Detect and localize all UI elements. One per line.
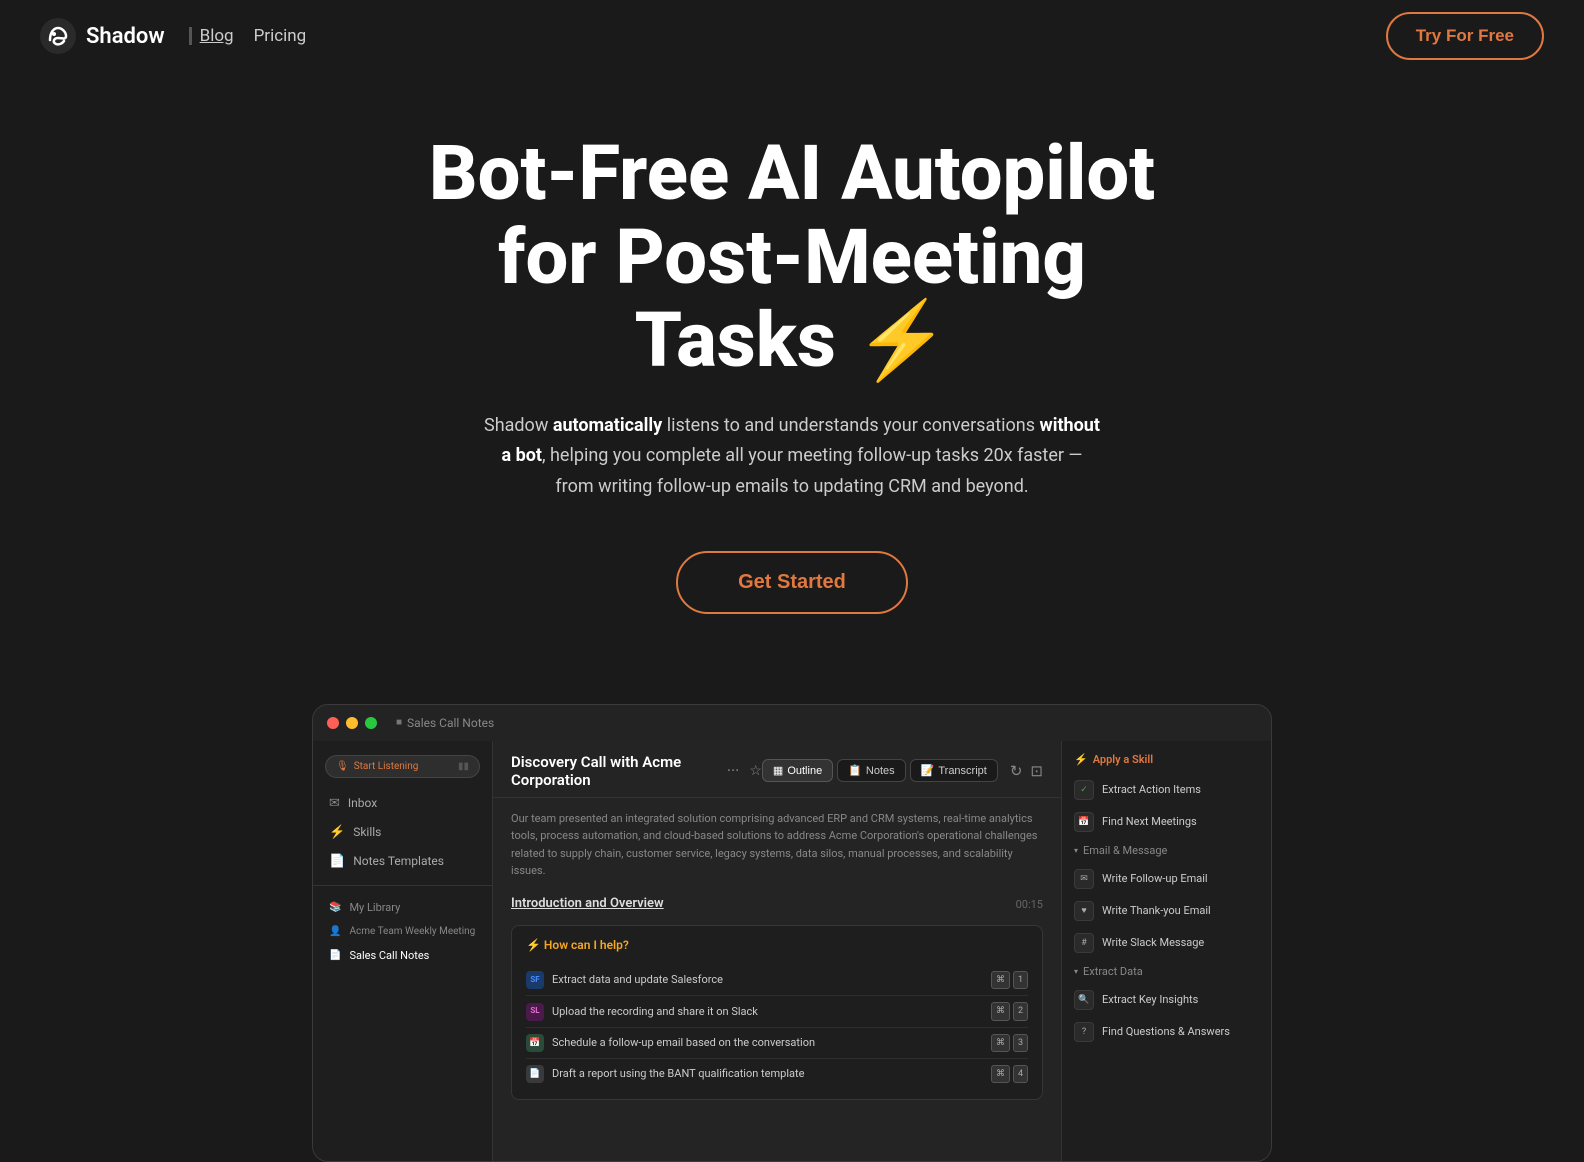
- hero-section: Bot-Free AI Autopilot for Post-Meeting T…: [0, 72, 1584, 654]
- question-icon: ?: [1082, 1027, 1086, 1037]
- sidebar-item-my-library[interactable]: 📚 My Library: [313, 896, 492, 919]
- notes-tab-icon: 📋: [848, 764, 862, 777]
- insights-icon: 🔍: [1078, 995, 1089, 1005]
- task-row[interactable]: 📄 Draft a report using the BANT qualific…: [526, 1059, 1028, 1089]
- email-icon: ✉: [1080, 874, 1088, 884]
- mic-icon: 🎙: [336, 761, 349, 772]
- get-started-button[interactable]: Get Started: [676, 551, 908, 614]
- app-titlebar: ■ Sales Call Notes: [313, 705, 1271, 741]
- logo-icon: [40, 18, 76, 54]
- sidebar-item-sales-call-notes[interactable]: 📄 Sales Call Notes: [313, 944, 492, 967]
- meeting-intro-text: Our team presented an integrated solutio…: [511, 810, 1043, 880]
- app-main: Discovery Call with Acme Corporation ···…: [493, 741, 1061, 1161]
- transcript-tab-icon: 📝: [921, 764, 935, 777]
- app-body: 🎙 Start Listening ▮▮ ✉ Inbox ⚡ Skills 📄 …: [313, 741, 1271, 1161]
- app-main-body: Our team presented an integrated solutio…: [493, 798, 1061, 1161]
- section-header: Introduction and Overview 00:15: [511, 894, 1043, 915]
- help-title: ⚡ How can I help?: [526, 936, 1028, 955]
- lightning-icon: ⚡: [855, 295, 950, 385]
- sidebar-item-acme-meeting[interactable]: 👤 Acme Team Weekly Meeting: [313, 921, 492, 942]
- try-for-free-button[interactable]: Try For Free: [1386, 12, 1544, 60]
- find-questions-answers-button[interactable]: ? Find Questions & Answers: [1062, 1016, 1271, 1048]
- view-tabs: ▦ Outline 📋 Notes 📝 Transcript: [762, 759, 998, 782]
- ai-help-box: ⚡ How can I help? SF Extract data and up…: [511, 925, 1043, 1101]
- navbar: Shadow Blog Pricing Try For Free: [0, 0, 1584, 72]
- slack-icon: SL: [526, 1003, 544, 1021]
- tab-transcript[interactable]: 📝 Transcript: [910, 759, 998, 782]
- task-row[interactable]: SL Upload the recording and share it on …: [526, 996, 1028, 1027]
- logo-text: Shadow: [86, 24, 165, 49]
- nav-links: Blog Pricing: [189, 20, 319, 52]
- meeting-title: Discovery Call with Acme Corporation: [511, 753, 717, 789]
- titlebar-maximize-dot: [365, 717, 377, 729]
- write-thankyou-email-button[interactable]: ♥ Write Thank-you Email: [1062, 895, 1271, 927]
- section-title: Introduction and Overview: [511, 894, 664, 915]
- task-row[interactable]: 📅 Schedule a follow-up email based on th…: [526, 1028, 1028, 1059]
- app-sidebar: 🎙 Start Listening ▮▮ ✉ Inbox ⚡ Skills 📄 …: [313, 741, 493, 1161]
- find-next-meetings-button[interactable]: 📅 Find Next Meetings: [1062, 806, 1271, 838]
- outline-tab-icon: ▦: [773, 764, 783, 777]
- slack-msg-icon: #: [1081, 938, 1087, 948]
- app-mockup: ■ Sales Call Notes 🎙 Start Listening ▮▮ …: [312, 704, 1272, 1162]
- write-slack-message-button[interactable]: # Write Slack Message: [1062, 927, 1271, 959]
- tab-notes[interactable]: 📋 Notes: [837, 759, 905, 782]
- start-listening-button[interactable]: 🎙 Start Listening ▮▮: [325, 755, 480, 778]
- sidebar-divider: [313, 885, 492, 886]
- notes-templates-icon: 📄: [329, 854, 345, 869]
- sidebar-item-notes-templates[interactable]: 📄 Notes Templates: [313, 848, 492, 875]
- hero-title: Bot-Free AI Autopilot for Post-Meeting T…: [342, 132, 1242, 383]
- titlebar-close-dot: [327, 717, 339, 729]
- meeting-options-icon[interactable]: ···: [727, 761, 740, 780]
- chevron-down-icon: ▾: [1074, 846, 1078, 855]
- app-main-header: Discovery Call with Acme Corporation ···…: [493, 741, 1061, 798]
- write-followup-email-button[interactable]: ✉ Write Follow-up Email: [1062, 863, 1271, 895]
- calendar-icon: 📅: [526, 1034, 544, 1052]
- library-icon: 📚: [329, 902, 341, 913]
- app-right-panel: ⚡ Apply a Skill ✓ Extract Action Items 📅…: [1061, 741, 1271, 1161]
- section-time: 00:15: [1016, 896, 1043, 914]
- hero-subtitle: Shadow automatically listens to and unde…: [482, 411, 1102, 503]
- lightning-apply-icon: ⚡: [1074, 753, 1088, 766]
- calendar-right-icon: 📅: [1078, 817, 1089, 827]
- sidebar-item-skills[interactable]: ⚡ Skills: [313, 819, 492, 846]
- tab-outline[interactable]: ▦ Outline: [762, 759, 833, 782]
- apply-skill-title: ⚡ Apply a Skill: [1062, 753, 1271, 774]
- skills-icon: ⚡: [329, 825, 345, 840]
- nav-blog-link[interactable]: Blog: [189, 26, 234, 46]
- task-row[interactable]: SF Extract data and update Salesforce ⌘ …: [526, 965, 1028, 996]
- person-icon: 👤: [329, 926, 341, 937]
- titlebar-minimize-dot: [346, 717, 358, 729]
- heart-icon: ♥: [1081, 905, 1086, 916]
- salesforce-icon: SF: [526, 971, 544, 989]
- nav-left: Shadow Blog Pricing: [40, 18, 318, 54]
- refresh-icon[interactable]: ↻: [1010, 762, 1023, 780]
- doc-icon: 📄: [329, 950, 341, 961]
- check-icon: ✓: [1080, 785, 1088, 795]
- extract-action-items-button[interactable]: ✓ Extract Action Items: [1062, 774, 1271, 806]
- inbox-icon: ✉: [329, 796, 340, 811]
- meeting-star-icon[interactable]: ☆: [749, 763, 762, 779]
- extract-key-insights-button[interactable]: 🔍 Extract Key Insights: [1062, 984, 1271, 1016]
- sidebar-item-inbox[interactable]: ✉ Inbox: [313, 790, 492, 817]
- logo[interactable]: Shadow: [40, 18, 165, 54]
- expand-icon[interactable]: ⊡: [1030, 762, 1043, 780]
- extract-data-group[interactable]: ▾ Extract Data: [1062, 959, 1271, 984]
- email-message-group[interactable]: ▾ Email & Message: [1062, 838, 1271, 863]
- nav-pricing-link[interactable]: Pricing: [242, 20, 319, 52]
- titlebar-tab: ■ Sales Call Notes: [396, 716, 494, 730]
- document-icon: 📄: [526, 1065, 544, 1083]
- chevron-down-icon-2: ▾: [1074, 967, 1078, 976]
